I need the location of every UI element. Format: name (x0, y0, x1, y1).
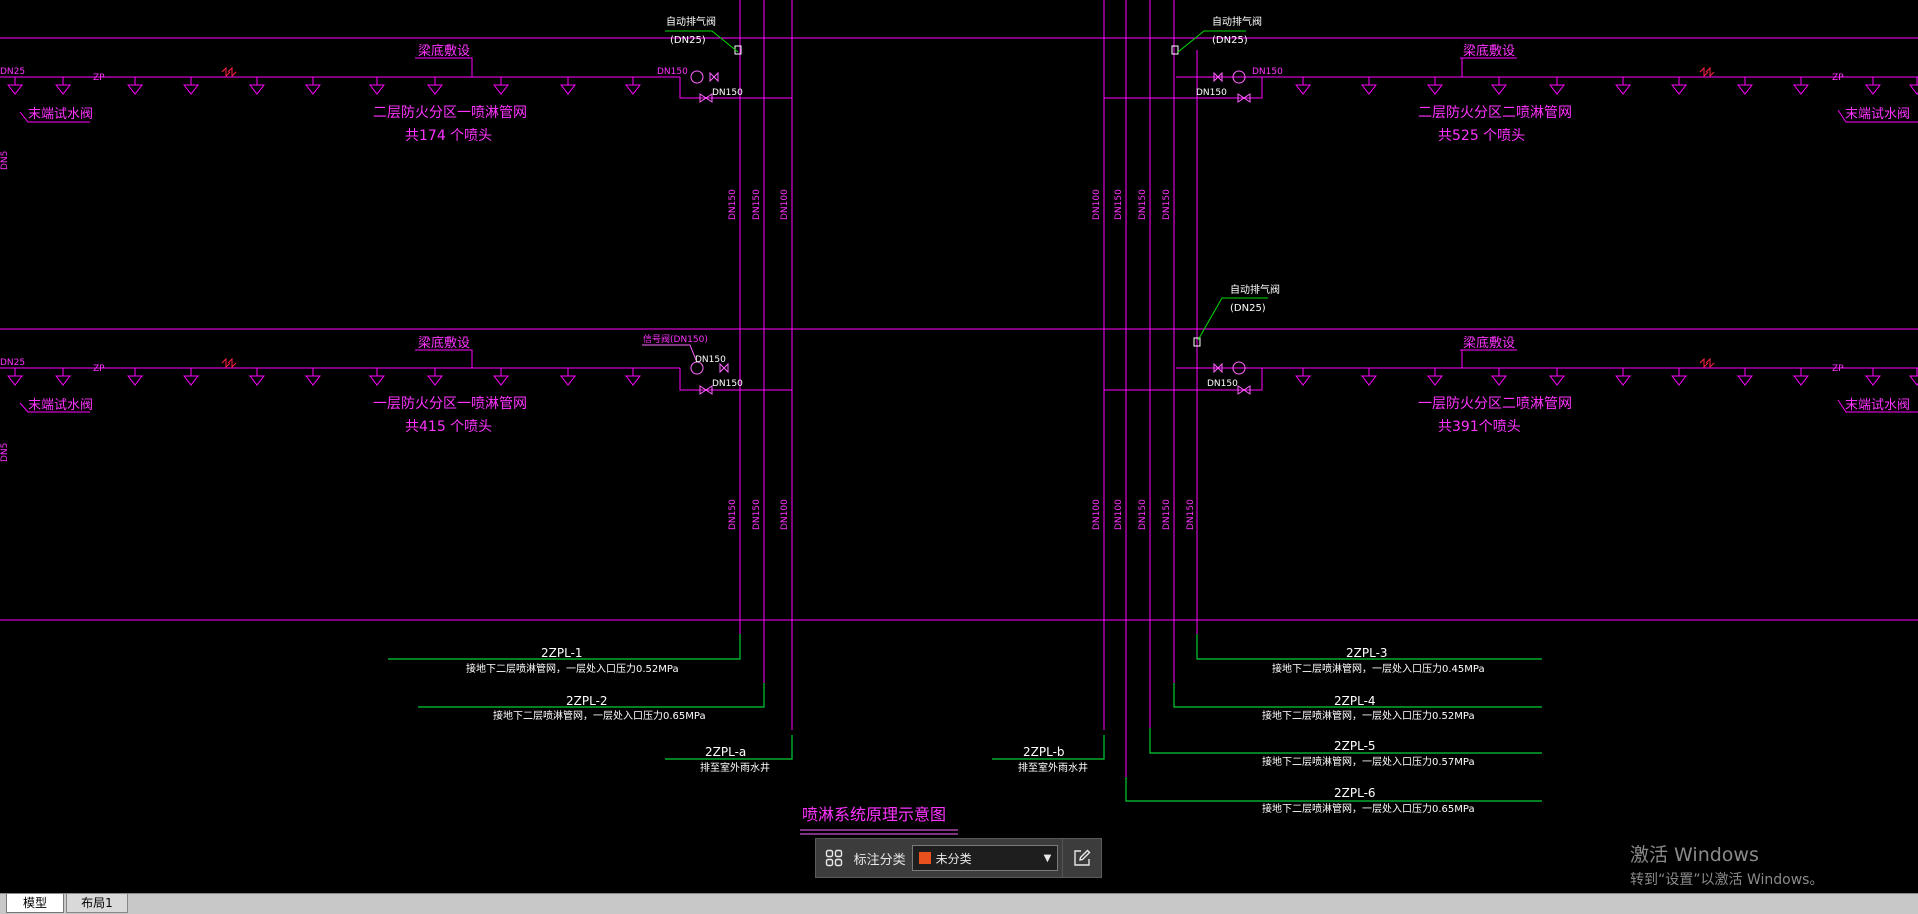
riser-dn-label-6u: DN150 (1114, 189, 1124, 220)
air-valve-labels: 自动排气阀 (DN25) 自动排气阀 (DN25) 自动排气阀 (DN25) (666, 15, 1280, 314)
tab-model[interactable]: 模型 (6, 894, 64, 913)
category-select-value: 未分类 (935, 851, 972, 866)
sprinkler-heads (6, 77, 1918, 386)
drawing-title: 喷淋系统原理示意图 (802, 805, 946, 824)
riser-note-2: 接地下二层喷淋管网，一层处入口压力0.65MPa (493, 709, 706, 722)
tab-layout1[interactable]: 布局1 (66, 894, 128, 913)
pipe-label-dn25-ul: DN25 (0, 67, 25, 77)
pipe-label-ul-dn150b: DN150 (712, 88, 743, 98)
signal-valve-label: 信号阀(DN150) (643, 333, 708, 345)
riser-note-6: 接地下二层喷淋管网，一层处入口压力0.65MPa (1262, 802, 1475, 815)
riser-id-1: 2ZPL-1 (541, 646, 583, 660)
air-vent-valves (734, 45, 1201, 347)
riser-dn-label-5u: DN150 (1138, 189, 1148, 220)
network-ll-line2: 共415 个喷头 (405, 419, 492, 435)
edit-category-button[interactable] (1062, 839, 1101, 877)
pipe-label-ul-dn150: DN150 (657, 67, 688, 77)
annotation-category-label: 标注分类 (853, 852, 906, 868)
end-valve-label-lr: 末端试水阀 (1845, 398, 1910, 413)
riser-dn-label-4u: DN150 (1162, 189, 1172, 220)
riser-dn-label-5l: DN150 (1138, 499, 1148, 530)
grid-menu-button[interactable] (816, 839, 852, 877)
end-valve-label-ur: 末端试水阀 (1845, 107, 1910, 122)
annotation-toolbar: 标注分类 未分类 ▼ (815, 838, 1102, 878)
riser-dn-label-6l: DN100 (1114, 499, 1124, 530)
beam-label-ur: 梁底敷设 (1463, 43, 1515, 59)
pipe-label-zp-lr: ZP (1832, 364, 1844, 374)
riser-id-a: 2ZPL-a (705, 745, 746, 759)
air-valve-mr-label: 自动排气阀 (1230, 283, 1280, 296)
edge-label-dn5-u: DN5 (0, 151, 10, 170)
riser-note-a: 排至室外雨水井 (700, 761, 770, 774)
beam-label-lr: 梁底敷设 (1463, 335, 1515, 351)
riser-note-3: 接地下二层喷淋管网，一层处入口压力0.45MPa (1272, 662, 1485, 675)
network-ur-line1: 二层防火分区二喷淋管网 (1418, 105, 1572, 121)
riser-note-4: 接地下二层喷淋管网，一层处入口压力0.52MPa (1262, 709, 1475, 722)
edge-label-dn5-l: DN5 (0, 443, 10, 462)
beam-label-ul: 梁底敷设 (418, 43, 470, 59)
air-valve-mr-size: (DN25) (1230, 303, 1266, 314)
riser-dn-label-au: DN100 (780, 189, 790, 220)
network-lr-line1: 一层防火分区二喷淋管网 (1418, 396, 1572, 412)
beam-label-ll: 梁底敷设 (418, 335, 470, 351)
air-valve-ul-size: (DN25) (670, 35, 706, 46)
pipe-label-ur-dn150b: DN150 (1196, 88, 1227, 98)
riser-id-4: 2ZPL-4 (1334, 694, 1376, 708)
cad-drawing-canvas[interactable]: 自动排气阀 (DN25) 自动排气阀 (DN25) 自动排气阀 (DN25) 信… (0, 0, 1918, 893)
flow-indicator-ul (690, 70, 704, 84)
network-ur-line2: 共525 个喷头 (1438, 128, 1525, 144)
network-ll-line1: 一层防火分区一喷淋管网 (373, 396, 527, 412)
end-valve-label-ul: 末端试水阀 (28, 107, 93, 122)
activation-subtitle: 转到“设置”以激活 Windows。 (1630, 872, 1824, 888)
riser-note-1: 接地下二层喷淋管网，一层处入口压力0.52MPa (466, 662, 679, 675)
layout-tab-bar: 模型 布局1 (0, 893, 1918, 914)
beam-bracket-ul (415, 57, 473, 77)
pipe-label-dn25-ll: DN25 (0, 358, 25, 368)
riser-dn-label-1u: DN150 (728, 189, 738, 220)
network-ul-line1: 二层防火分区一喷淋管网 (373, 105, 527, 121)
network-ul-line2: 共174 个喷头 (405, 128, 492, 144)
end-valve-label-ll: 末端试水阀 (28, 398, 93, 413)
riser-id-6: 2ZPL-6 (1334, 786, 1376, 800)
pipe-label-lr-dn150: DN150 (1207, 379, 1238, 389)
riser-dn-label-2l: DN150 (752, 499, 762, 530)
pipe-label-ll-dn150: DN150 (695, 355, 726, 365)
riser-dn-label-2u: DN150 (752, 189, 762, 220)
network-lr-line2: 共391个喷头 (1438, 419, 1521, 435)
riser-id-b: 2ZPL-b (1023, 745, 1065, 759)
grid-icon (825, 849, 843, 867)
riser-dn-label-4l: DN150 (1162, 499, 1172, 530)
pipe-label-zp-ul: ZP (93, 73, 105, 83)
air-valve-ul-label: 自动排气阀 (666, 15, 716, 28)
riser-id-2: 2ZPL-2 (566, 694, 608, 708)
riser-id-5: 2ZPL-5 (1334, 739, 1376, 753)
riser-dn-label-1l: DN150 (728, 499, 738, 530)
chevron-down-icon: ▼ (1043, 852, 1052, 864)
pipe-label-ll-dn150b: DN150 (712, 379, 743, 389)
edit-icon (1074, 849, 1091, 866)
riser-note-5: 接地下二层喷淋管网，一层处入口压力0.57MPa (1262, 755, 1475, 768)
activation-title: 激活 Windows (1630, 844, 1759, 866)
riser-dn-label-al: DN100 (780, 499, 790, 530)
riser-dn-label-bu: DN100 (1092, 189, 1102, 220)
riser-note-b: 排至室外雨水井 (1018, 761, 1088, 774)
pipe-label-zp-ur: ZP (1832, 73, 1844, 83)
pipe-label-ur-dn150: DN150 (1252, 67, 1283, 77)
beam-bracket-ll (415, 349, 473, 368)
pipe-label-zp-ll: ZP (93, 364, 105, 374)
riser-id-3: 2ZPL-3 (1346, 646, 1388, 660)
air-valve-ur-size: (DN25) (1212, 35, 1248, 46)
annotation-category-select[interactable]: 未分类 ▼ (911, 845, 1059, 871)
riser-dn-label-bl: DN100 (1092, 499, 1102, 530)
air-valve-ur-label: 自动排气阀 (1212, 15, 1262, 28)
category-color-swatch (918, 852, 931, 864)
windows-activation-watermark: 激活 Windows 转到“设置”以激活 Windows。 (1630, 840, 1823, 889)
riser-dn-label-3l: DN150 (1186, 499, 1196, 530)
valves (690, 70, 1251, 395)
